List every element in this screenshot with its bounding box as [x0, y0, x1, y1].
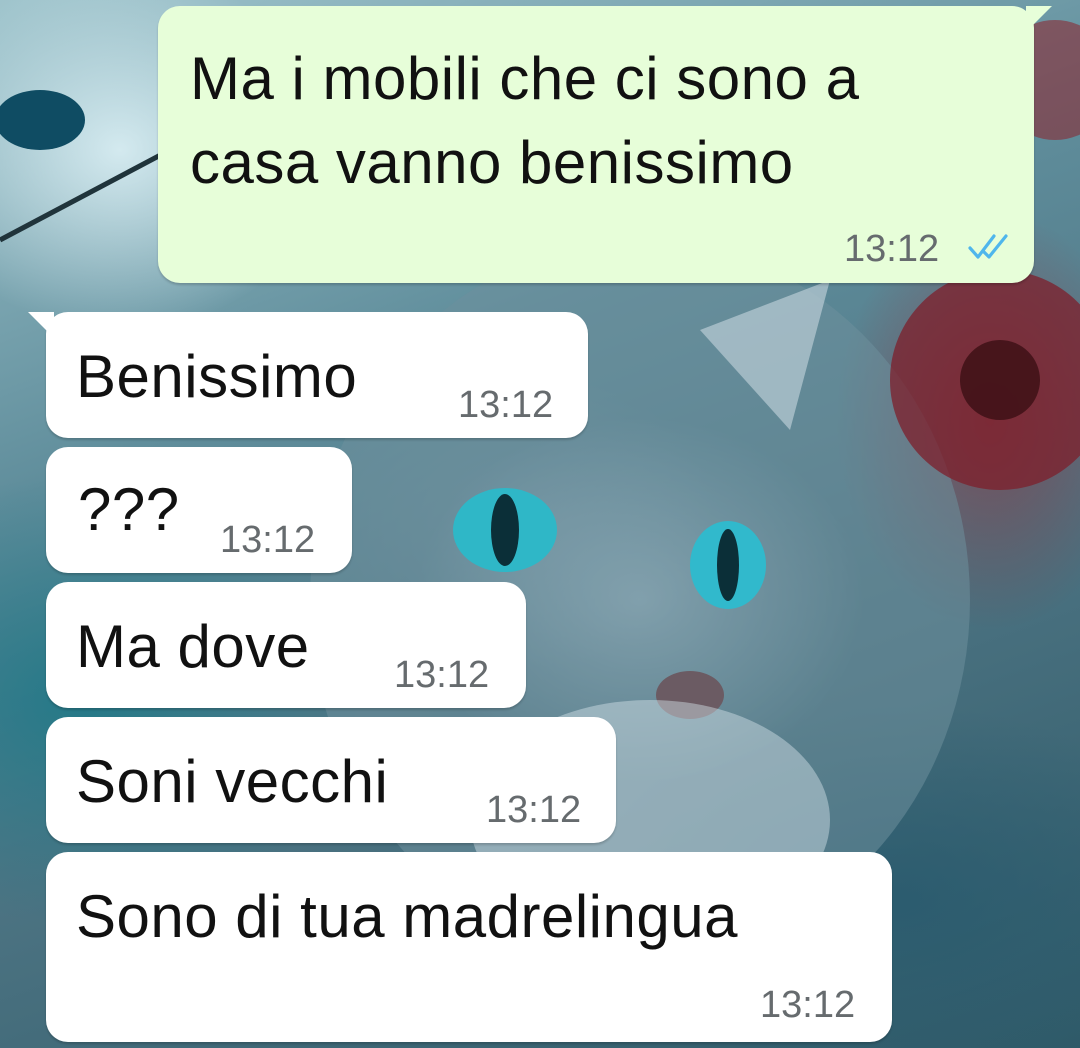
- message-timestamp: 13:12: [394, 654, 490, 696]
- message-timestamp: 13:12: [486, 789, 582, 831]
- incoming-message-bubble[interactable]: Sono di tua madrelingua 13:12: [46, 852, 892, 1042]
- double-check-icon: [968, 234, 1008, 259]
- message-timestamp: 13:12: [220, 519, 316, 561]
- bubble-tail: [28, 312, 54, 338]
- incoming-message-bubble[interactable]: Benissimo 13:12: [28, 312, 588, 438]
- incoming-message-bubble[interactable]: ??? 13:12: [46, 447, 352, 573]
- message-timestamp: 13:12: [844, 228, 940, 270]
- incoming-message-bubble[interactable]: Ma dove 13:12: [46, 582, 526, 708]
- message-text: Ma dove: [76, 613, 310, 680]
- message-text-line: casa vanno benissimo: [190, 129, 794, 196]
- incoming-message-bubble[interactable]: Soni vecchi 13:12: [46, 717, 616, 843]
- message-text-line: Ma i mobili che ci sono a: [190, 45, 860, 112]
- message-timestamp: 13:12: [760, 984, 856, 1026]
- message-text: Soni vecchi: [76, 748, 389, 815]
- outgoing-message-bubble[interactable]: Ma i mobili che ci sono a casa vanno ben…: [158, 6, 1052, 283]
- message-text: ???: [78, 476, 180, 543]
- message-text: Benissimo: [76, 343, 358, 410]
- message-text: Sono di tua madrelingua: [76, 883, 738, 950]
- bubble-tail: [1026, 6, 1052, 32]
- message-timestamp: 13:12: [458, 384, 554, 426]
